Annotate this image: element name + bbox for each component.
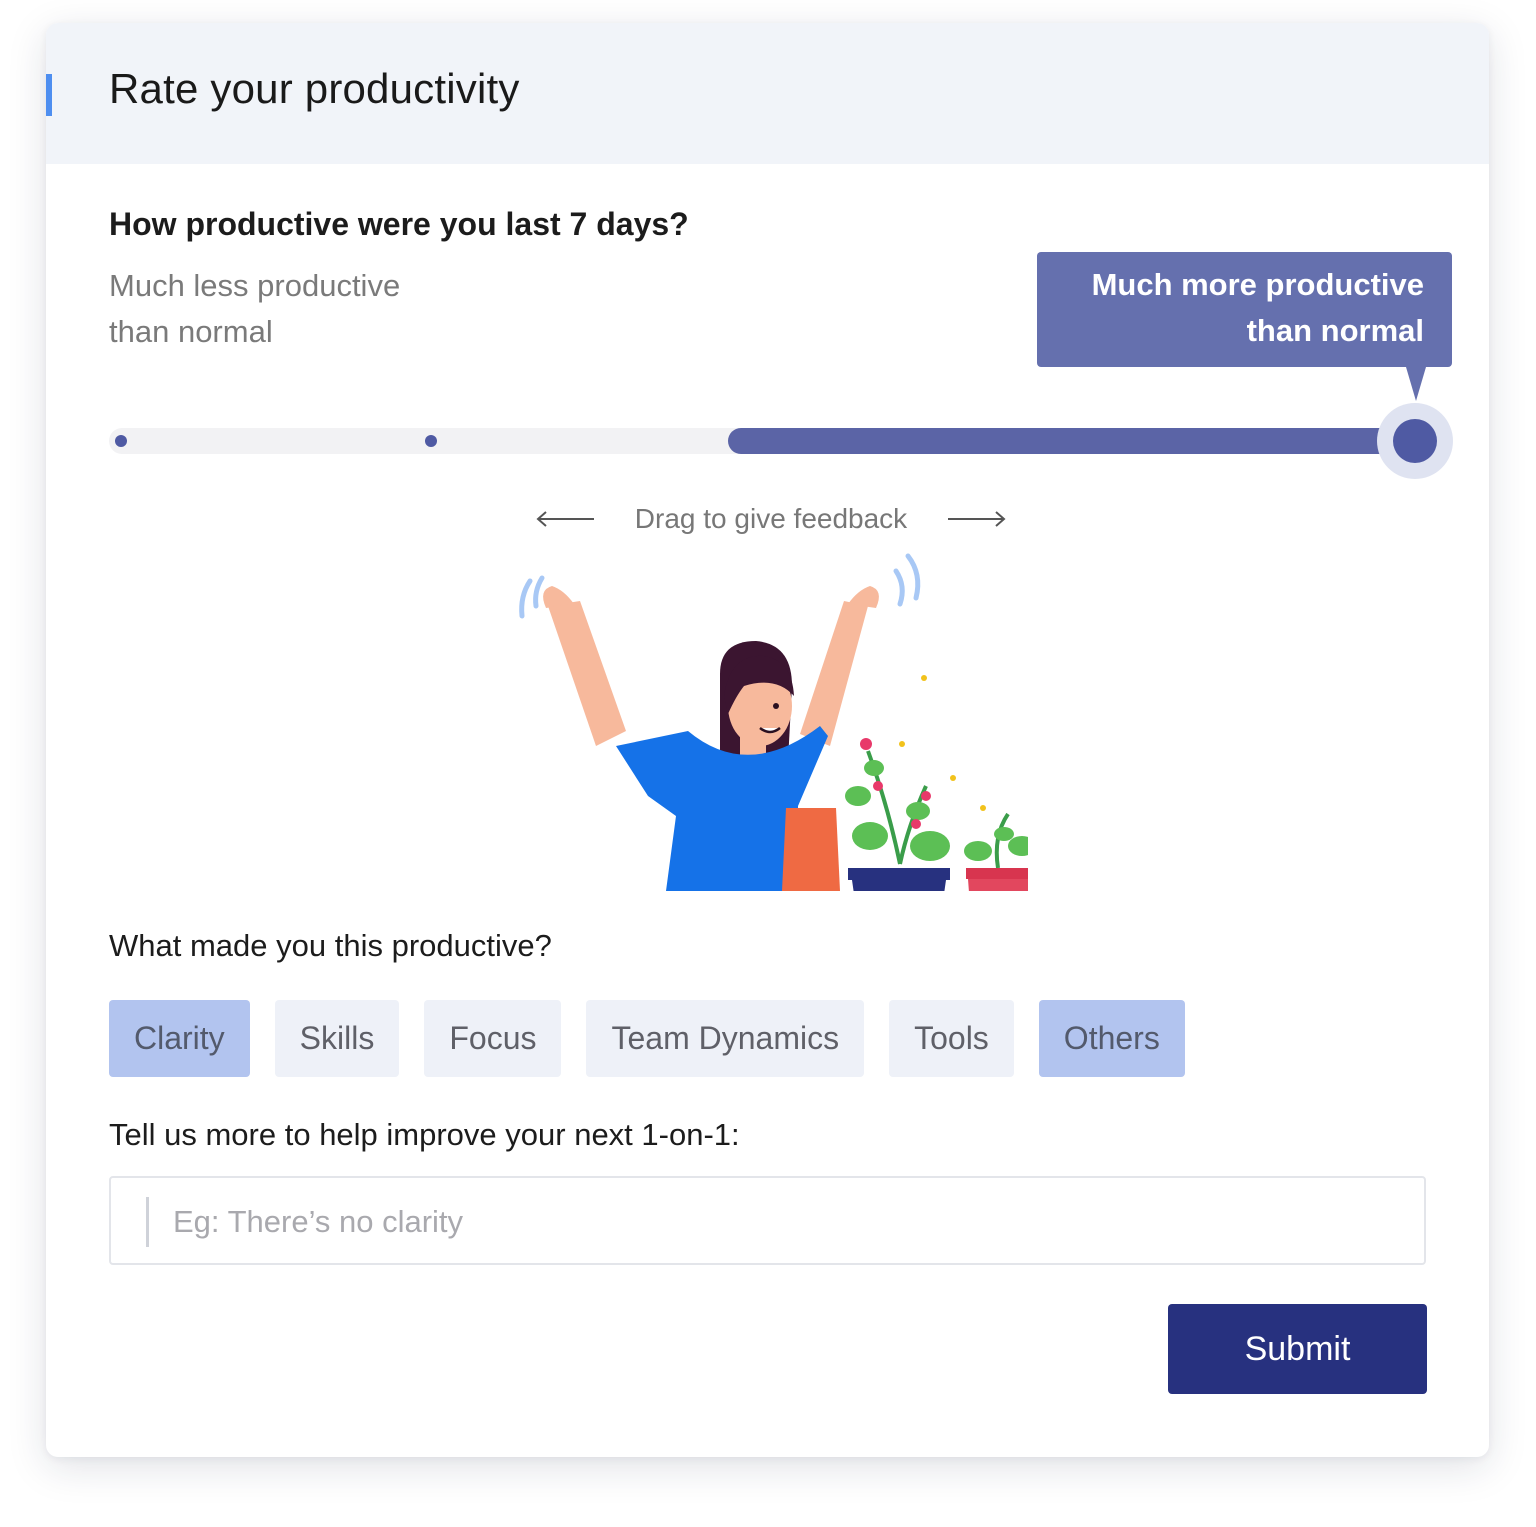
- chip-team-dynamics[interactable]: Team Dynamics: [586, 1000, 865, 1077]
- page-title: Rate your productivity: [109, 65, 520, 112]
- slider-step-1[interactable]: [115, 435, 127, 447]
- slider-thumb-core: [1393, 419, 1437, 463]
- feedback-field[interactable]: [109, 1176, 1426, 1265]
- reasons-question: What made you this productive?: [109, 928, 552, 963]
- chip-tools[interactable]: Tools: [889, 1000, 1014, 1077]
- drag-hint-text: Drag to give feedback: [634, 503, 908, 534]
- slider-track-fill: [728, 428, 1450, 454]
- productivity-question: How productive were you last 7 days?: [109, 206, 689, 242]
- header-accent-bar: [46, 74, 52, 116]
- rating-card: Rate your productivity How productive we…: [46, 23, 1489, 1457]
- submit-button[interactable]: Submit: [1168, 1304, 1427, 1394]
- feedback-input[interactable]: [171, 1178, 1395, 1265]
- chip-focus[interactable]: Focus: [424, 1000, 562, 1077]
- tooltip-line2: than normal: [1246, 313, 1424, 348]
- celebration-illustration: [508, 546, 1056, 912]
- arrow-left-icon: [536, 509, 596, 529]
- feedback-question: Tell us more to help improve your next 1…: [109, 1117, 740, 1152]
- tooltip-pointer: [1406, 367, 1426, 401]
- arrow-right-icon: [946, 509, 1006, 529]
- scale-low-label: Much less productive than normal: [109, 263, 509, 355]
- card-header: Rate your productivity: [46, 23, 1489, 164]
- reason-chips: Clarity Skills Focus Team Dynamics Tools…: [109, 1000, 1185, 1077]
- tooltip-line1: Much more productive: [1091, 267, 1424, 302]
- scale-low-label-line1: Much less productive: [109, 268, 401, 303]
- drag-hint: Drag to give feedback: [536, 499, 1006, 539]
- text-cursor: [146, 1197, 149, 1247]
- scale-low-label-line2: than normal: [109, 314, 273, 349]
- slider-value-tooltip: Much more productive than normal: [1037, 252, 1452, 367]
- slider-step-2[interactable]: [425, 435, 437, 447]
- slider-thumb[interactable]: [1377, 403, 1453, 479]
- chip-skills[interactable]: Skills: [274, 1000, 400, 1077]
- chip-others[interactable]: Others: [1038, 1000, 1185, 1077]
- chip-clarity[interactable]: Clarity: [109, 1000, 250, 1077]
